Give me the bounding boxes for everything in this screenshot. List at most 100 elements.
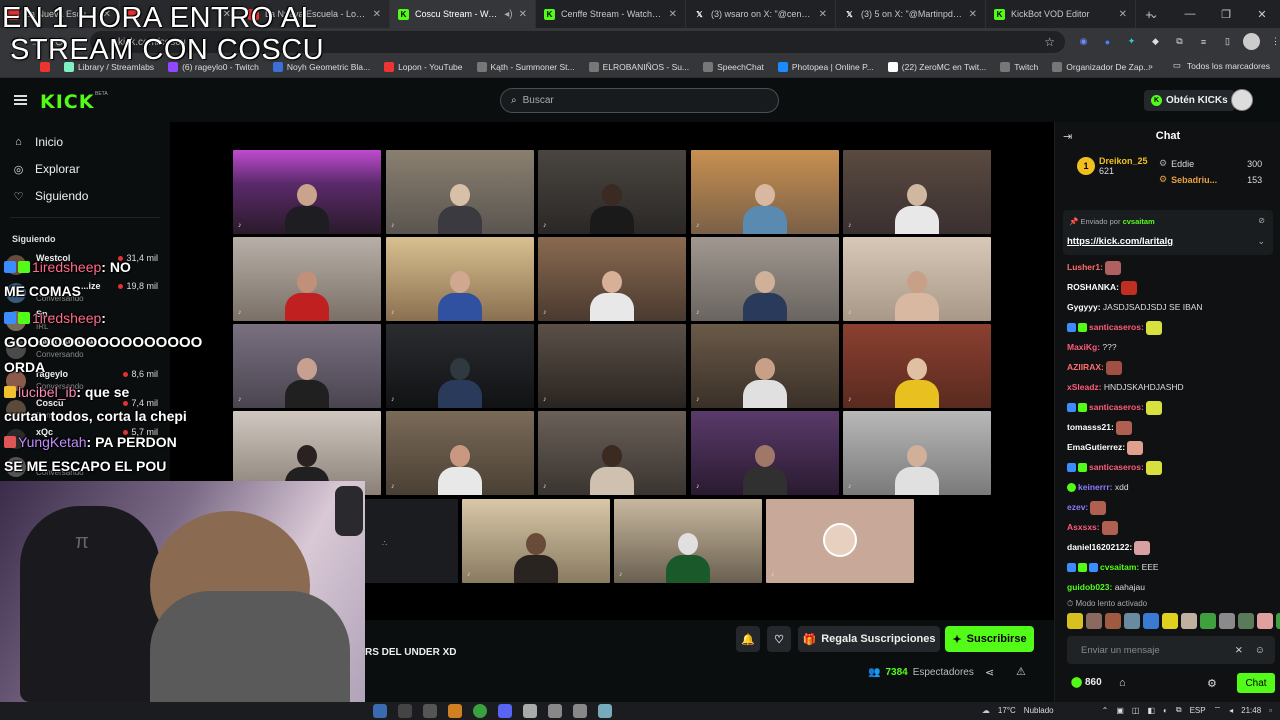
- share-icon[interactable]: ⋖: [985, 666, 994, 679]
- sidebar-item-explorar[interactable]: ◎ Explorar: [12, 162, 80, 176]
- emote[interactable]: [1219, 613, 1235, 629]
- sidebar-item-siguiendo[interactable]: ♡ Siguiendo: [12, 189, 89, 203]
- language-indicator[interactable]: ESP: [1190, 706, 1206, 715]
- chevron-right-icon[interactable]: »: [1148, 61, 1153, 71]
- chrome-icon[interactable]: [473, 704, 487, 718]
- chat-username[interactable]: santicaseros:: [1089, 322, 1144, 332]
- emote[interactable]: [1200, 613, 1216, 629]
- pinned-link[interactable]: https://kick.com/laritalg: [1067, 236, 1173, 247]
- app-icon[interactable]: [573, 704, 587, 718]
- emote[interactable]: [1181, 613, 1197, 629]
- chat-username[interactable]: ROSHANKA:: [1067, 282, 1119, 292]
- wifi-icon[interactable]: ⌔: [1214, 705, 1222, 715]
- extension-icon[interactable]: ●: [1099, 33, 1116, 50]
- gift-subs-button[interactable]: 🎁 Regala Suscripciones: [798, 626, 940, 652]
- chevron-down-icon[interactable]: ⌄: [1257, 236, 1265, 247]
- chat-username[interactable]: EmaGutierrez:: [1067, 442, 1125, 452]
- media-control-icon[interactable]: ≡: [1195, 33, 1212, 50]
- bookmark-item[interactable]: Lopon - YouTube: [384, 61, 463, 72]
- emote[interactable]: [1143, 613, 1159, 629]
- store-icon[interactable]: ⌂: [1119, 677, 1126, 689]
- extension-icon[interactable]: ◉: [1075, 33, 1092, 50]
- chat-username[interactable]: cvsaitam:: [1100, 562, 1139, 572]
- close-window-icon[interactable]: ✕: [1244, 8, 1280, 21]
- notifications-button[interactable]: 🔔: [736, 626, 760, 652]
- kick-logo[interactable]: KICK: [40, 91, 94, 113]
- restore-icon[interactable]: ❐: [1208, 8, 1244, 21]
- profile-avatar[interactable]: [1243, 33, 1260, 50]
- menu-kebab-icon[interactable]: ⋮: [1267, 33, 1280, 50]
- emote[interactable]: [1086, 613, 1102, 629]
- channel-points[interactable]: ⬤ 860: [1071, 677, 1102, 688]
- bookmark-item[interactable]: ELROBANIÑOS - Su...: [588, 61, 689, 72]
- audio-icon[interactable]: ◂): [504, 9, 512, 20]
- tab-1[interactable]: K Coscu Stream - Watch Li ◂) ✕: [390, 0, 536, 28]
- bookmark-item[interactable]: (22) ZeroMC en Twit...: [887, 61, 986, 72]
- tray-icon[interactable]: ◐: [1163, 706, 1168, 715]
- chat-input[interactable]: Enviar un mensaje ⨯ ☺: [1067, 636, 1275, 664]
- bookmark-star-icon[interactable]: ☆: [1044, 35, 1055, 49]
- emote[interactable]: [1105, 613, 1121, 629]
- clock[interactable]: 21:48: [1241, 706, 1261, 715]
- chat-username[interactable]: Lusher1:: [1067, 262, 1103, 272]
- kick-emote-icon[interactable]: ⨯: [1235, 645, 1243, 656]
- tab-3[interactable]: 𝕏 (3) wsaro on X: "@cenffe14" ✕: [686, 0, 836, 28]
- notification-icon[interactable]: ▫: [1269, 706, 1272, 715]
- chat-username[interactable]: xSleadz:: [1067, 382, 1102, 392]
- emote[interactable]: [1067, 613, 1083, 629]
- chat-username[interactable]: Asxsxs:: [1067, 522, 1100, 532]
- chat-username[interactable]: MaxiKg:: [1067, 342, 1100, 352]
- volume-icon[interactable]: ◂: [1229, 706, 1233, 715]
- report-icon[interactable]: ⚠: [1016, 665, 1026, 678]
- tab-search-icon[interactable]: ⌄: [1136, 8, 1172, 21]
- close-icon[interactable]: ✕: [969, 9, 977, 20]
- app-icon[interactable]: [548, 704, 562, 718]
- search-input[interactable]: ⌕ Buscar: [500, 88, 779, 113]
- chat-username[interactable]: guidob023:: [1067, 582, 1112, 592]
- follow-button[interactable]: ♡: [767, 626, 791, 652]
- extension-icon[interactable]: ◆: [1147, 33, 1164, 50]
- tab-4[interactable]: 𝕏 (3) 5 on X: "@Martinpdisalvo" ✕: [836, 0, 986, 28]
- chat-username[interactable]: santicaseros:: [1089, 462, 1144, 472]
- chat-username[interactable]: ezev:: [1067, 502, 1088, 512]
- emote[interactable]: [1238, 613, 1254, 629]
- hamburger-menu-icon[interactable]: [14, 95, 27, 105]
- chat-username[interactable]: keinerrr:: [1078, 482, 1113, 492]
- tray-icon[interactable]: ▣: [1116, 706, 1124, 715]
- chat-username[interactable]: Gygyyy:: [1067, 302, 1101, 312]
- close-icon[interactable]: ✕: [1119, 9, 1127, 20]
- user-avatar[interactable]: [1231, 89, 1253, 111]
- pinned-message[interactable]: 📌 Enviado por cvsaitam ⊘ ⌄ https://kick.…: [1063, 210, 1273, 255]
- gear-icon[interactable]: ⚙: [1207, 677, 1217, 690]
- chat-username[interactable]: daniel16202122:: [1067, 542, 1132, 552]
- close-icon[interactable]: ✕: [819, 9, 827, 20]
- tray-icon[interactable]: ⌃: [1102, 706, 1109, 715]
- tab-5[interactable]: K KickBot VOD Editor ✕: [986, 0, 1136, 28]
- tray-icon[interactable]: ◫: [1132, 706, 1140, 715]
- chat-username[interactable]: tomasss21:: [1067, 422, 1114, 432]
- discord-icon[interactable]: [498, 704, 512, 718]
- bookmark-item[interactable]: Photopea | Online P...: [777, 61, 874, 72]
- chat-username[interactable]: santicaseros:: [1089, 402, 1144, 412]
- close-icon[interactable]: ✕: [373, 9, 381, 20]
- chat-username[interactable]: AZIIRAX:: [1067, 362, 1104, 372]
- tray-icon[interactable]: ⧉: [1176, 705, 1182, 715]
- app-icon[interactable]: [523, 704, 537, 718]
- close-icon[interactable]: ✕: [519, 9, 527, 20]
- puzzle-icon[interactable]: ⧉: [1171, 33, 1188, 50]
- bookmark-item[interactable]: Twitch: [1000, 61, 1038, 72]
- emote[interactable]: [1124, 613, 1140, 629]
- emoji-icon[interactable]: ☺: [1255, 645, 1265, 656]
- tab-2[interactable]: K Cenffe Stream - Watch Live ✕: [536, 0, 686, 28]
- emote[interactable]: [1162, 613, 1178, 629]
- app-icon[interactable]: [598, 704, 612, 718]
- sidebar-item-inicio[interactable]: ⌂ Inicio: [12, 135, 63, 149]
- all-bookmarks[interactable]: » ▭ Todos los marcadores: [1148, 60, 1270, 71]
- app-icon[interactable]: [448, 704, 462, 718]
- extension-icon[interactable]: ✦: [1123, 33, 1140, 50]
- close-icon[interactable]: ✕: [669, 9, 677, 20]
- app-icon[interactable]: [423, 704, 437, 718]
- send-chat-button[interactable]: Chat: [1237, 673, 1275, 693]
- app-icon[interactable]: [373, 704, 387, 718]
- emote[interactable]: [1276, 613, 1280, 629]
